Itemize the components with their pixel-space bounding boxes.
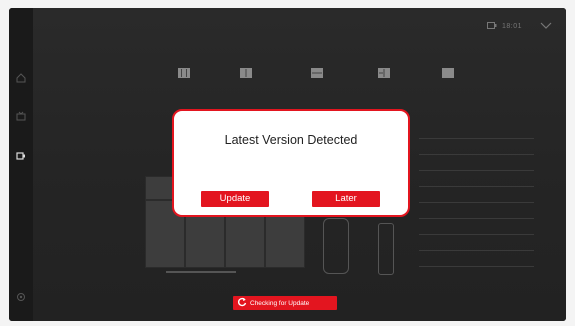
input-source-icon[interactable] [9,151,33,165]
status-time: 18:01 [501,22,522,30]
mode-icon-3[interactable] [311,65,323,83]
status-bar: 18:01 [486,17,552,35]
dialog-title: Latest Version Detected [224,133,358,147]
remote-small-illustration [378,223,394,275]
wifi-icon [540,17,552,35]
refresh-icon [237,294,247,312]
update-button[interactable]: Update [201,191,269,207]
remote-illustration [323,218,349,274]
update-dialog: Latest Version Detected Update Later [172,109,410,217]
mode-icon-2[interactable] [240,65,252,83]
update-toast: Checking for Update [233,296,337,310]
later-button[interactable]: Later [312,191,380,207]
screen-cast-icon [486,17,497,35]
sidebar [9,8,33,321]
mode-icon-5[interactable] [442,65,454,83]
grid-underline [166,271,236,273]
tv-icon[interactable] [9,111,33,125]
home-icon[interactable] [9,73,33,87]
mode-icon-4[interactable] [378,65,390,83]
channel-list-lines [419,138,534,268]
toast-text: Checking for Update [250,299,310,307]
mode-icon-1[interactable] [178,65,190,83]
settings-icon[interactable] [9,292,33,306]
